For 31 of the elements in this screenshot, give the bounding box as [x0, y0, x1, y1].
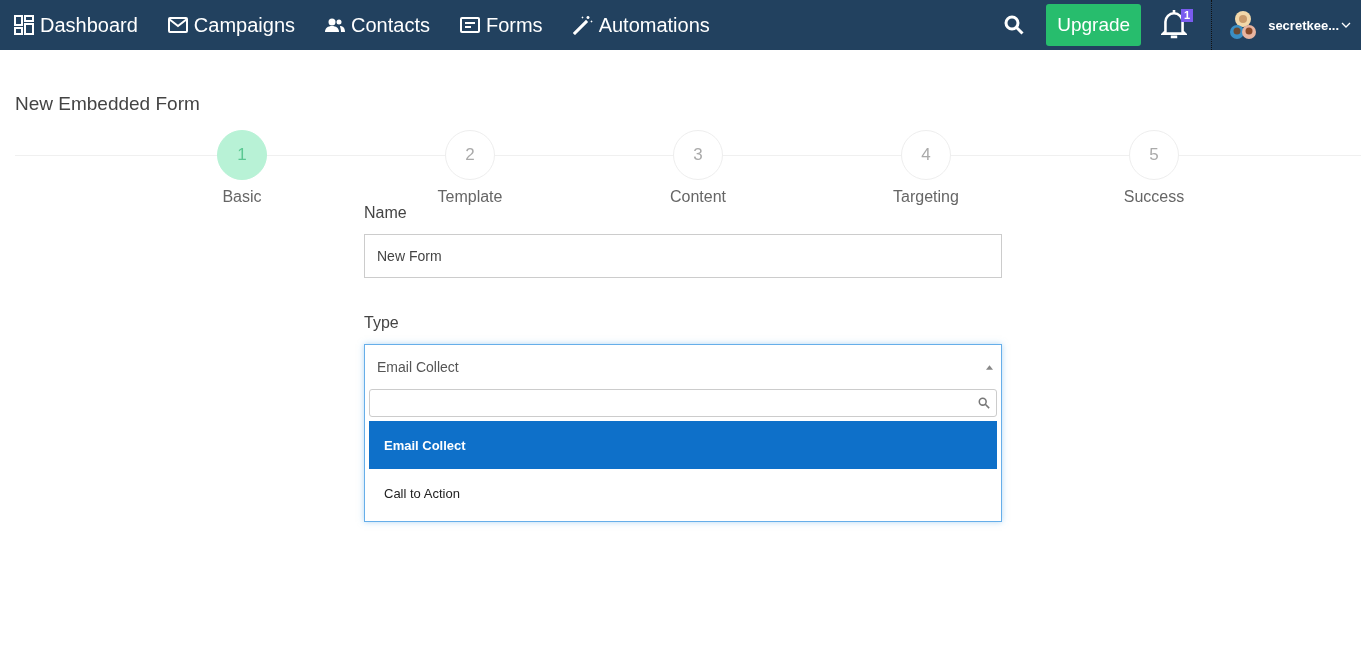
- dropdown-option[interactable]: Email Collect: [369, 421, 997, 469]
- type-label: Type: [364, 314, 400, 332]
- search-icon[interactable]: [1004, 15, 1025, 35]
- selected-value: Email Collect: [377, 359, 459, 375]
- step-label: Basic: [222, 188, 262, 206]
- nav-link[interactable]: Forms: [459, 13, 543, 37]
- dropdown-search-field[interactable]: [369, 389, 997, 417]
- step-label: Targeting: [893, 188, 959, 206]
- name-label: Name: [364, 204, 408, 222]
- search-icon: [978, 397, 990, 409]
- dashboard-icon: [14, 15, 34, 35]
- notification-badge: 1: [1181, 9, 1194, 22]
- type-dropdown[interactable]: Email Collect Email Collect Call to Action: [364, 344, 1002, 522]
- page-title: New Embedded Form: [14, 92, 201, 116]
- name-input[interactable]: New Form: [364, 234, 1002, 278]
- nav-link[interactable]: Campaigns: [167, 13, 295, 37]
- nav-link[interactable]: Dashboard: [14, 13, 138, 37]
- envelope-icon: [167, 15, 188, 35]
- magic-wand-icon: [572, 15, 593, 35]
- user-name[interactable]: secretkee...: [1268, 17, 1339, 33]
- avatar-icon[interactable]: [1228, 10, 1259, 40]
- step-label: Content: [669, 188, 726, 206]
- dropdown-option[interactable]: Call to Action: [369, 469, 997, 517]
- form-icon: [459, 15, 480, 35]
- caret-icon: [986, 364, 993, 370]
- nav-link[interactable]: Automations: [572, 13, 710, 37]
- step-label: Template: [437, 188, 503, 206]
- chevron-down-icon[interactable]: [1341, 22, 1351, 28]
- nav-link[interactable]: Contacts: [325, 13, 430, 37]
- step-label: Success: [1123, 188, 1185, 206]
- bell-icon[interactable]: [1161, 9, 1188, 39]
